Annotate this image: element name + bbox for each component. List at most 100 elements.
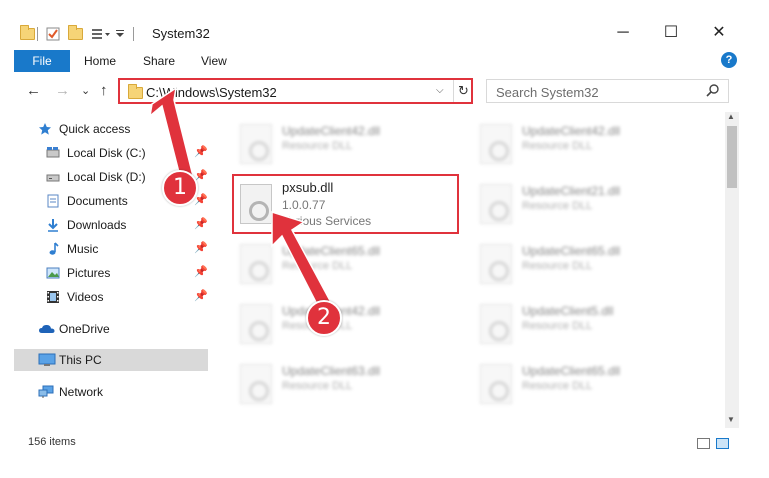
- nav-label: Quick access: [59, 122, 131, 136]
- pin-icon[interactable]: 📌: [194, 289, 208, 302]
- download-icon: [48, 219, 58, 232]
- address-row: ← → ⌄ ↑ C:\Windows\System32 ⌵ ↻ Search S…: [0, 74, 769, 110]
- file-name: pxsub.dll: [282, 180, 334, 195]
- close-button[interactable]: ✕: [696, 22, 742, 46]
- videos-icon: [47, 291, 59, 303]
- dll-file-icon: [240, 364, 272, 404]
- documents-icon: [47, 194, 59, 208]
- file-name: UpdateClient65.dll: [522, 364, 621, 378]
- file-name: UpdateClient5.dll: [522, 304, 614, 318]
- details-view-icon[interactable]: [697, 438, 710, 449]
- file-item[interactable]: UpdateClient42.dll Resource DLL: [230, 298, 454, 356]
- file-name: UpdateClient21.dll: [522, 184, 621, 198]
- nav-label: This PC: [59, 353, 102, 367]
- annotation-badge-1: 1: [162, 170, 198, 206]
- tab-home[interactable]: Home: [84, 50, 116, 72]
- quick-access-toolbar: [20, 24, 142, 44]
- dll-file-icon: [240, 124, 272, 164]
- network-icon: [38, 385, 54, 398]
- file-name: UpdateClient65.dll: [522, 244, 621, 258]
- back-button[interactable]: ←: [26, 82, 41, 99]
- computer-icon: [38, 353, 56, 366]
- search-placeholder: Search System32: [496, 85, 599, 100]
- pin-icon[interactable]: 📌: [194, 265, 208, 278]
- nav-item-pictures[interactable]: Pictures 📌: [14, 262, 208, 284]
- dll-file-icon: [480, 124, 512, 164]
- refresh-button[interactable]: ↻: [453, 80, 473, 102]
- file-name: UpdateClient42.dll: [522, 124, 621, 138]
- folder-icon[interactable]: [20, 25, 35, 40]
- address-bar[interactable]: C:\Windows\System32 ⌵ ↻: [118, 78, 473, 104]
- dll-file-icon: [480, 244, 512, 284]
- pictures-icon: [46, 267, 60, 279]
- scroll-down-arrow-icon[interactable]: ▼: [727, 415, 735, 424]
- minimize-button[interactable]: ─: [600, 22, 646, 46]
- divider: [37, 27, 38, 41]
- properties-icon[interactable]: [46, 27, 60, 41]
- tab-file[interactable]: File: [14, 50, 70, 72]
- nav-label: Network: [59, 385, 104, 399]
- tab-share[interactable]: Share: [143, 50, 175, 72]
- status-bar: 156 items: [0, 430, 769, 454]
- file-version: 1.0.0.77: [282, 198, 326, 212]
- title-bar: System32 ─ ☐ ✕: [0, 0, 769, 46]
- pin-icon[interactable]: 📌: [194, 217, 208, 230]
- file-description: Resource DLL: [522, 380, 593, 392]
- file-description: Resource DLL: [282, 260, 353, 272]
- file-item[interactable]: UpdateClient5.dll Resource DLL: [470, 298, 694, 356]
- nav-label: Local Disk (D:): [67, 170, 146, 184]
- file-item[interactable]: UpdateClient21.dll Resource DLL: [470, 178, 694, 236]
- large-icons-view-icon[interactable]: [716, 438, 729, 449]
- maximize-button[interactable]: ☐: [648, 22, 694, 46]
- pin-icon[interactable]: 📌: [194, 145, 208, 158]
- nav-item-network[interactable]: Network: [14, 381, 208, 403]
- scroll-up-arrow-icon[interactable]: ▲: [727, 112, 735, 121]
- nav-item-music[interactable]: Music 📌: [14, 238, 208, 260]
- divider: [133, 27, 134, 41]
- drive-icon: [46, 147, 60, 158]
- nav-item-onedrive[interactable]: OneDrive: [14, 318, 208, 340]
- file-item-pxsub-dll[interactable]: pxsub.dll 1.0.0.77 Various Services: [232, 174, 459, 234]
- file-item[interactable]: UpdateClient63.dll Resource DLL: [230, 358, 454, 416]
- nav-label: Documents: [67, 194, 128, 208]
- search-input[interactable]: Search System32: [486, 79, 729, 103]
- file-item[interactable]: UpdateClient42.dll Resource DLL: [230, 118, 454, 176]
- vertical-scrollbar[interactable]: ▲ ▼: [725, 112, 739, 428]
- file-description: Resource DLL: [522, 260, 593, 272]
- file-item[interactable]: UpdateClient65.dll Resource DLL: [230, 238, 454, 296]
- nav-label: OneDrive: [59, 322, 110, 336]
- cloud-icon: [39, 324, 55, 333]
- nav-item-local-disk-c[interactable]: Local Disk (C:) 📌: [14, 142, 208, 164]
- recent-locations-button[interactable]: ⌄: [81, 84, 90, 97]
- dll-file-icon: [240, 304, 272, 344]
- dll-file-icon: [480, 304, 512, 344]
- dll-file-icon: [240, 184, 272, 224]
- customize-toolbar-icon[interactable]: [91, 27, 111, 41]
- file-item[interactable]: UpdateClient65.dll Resource DLL: [470, 238, 694, 296]
- search-icon[interactable]: [706, 83, 720, 97]
- star-icon: [39, 123, 51, 135]
- new-folder-icon[interactable]: [68, 25, 83, 40]
- help-icon[interactable]: ?: [721, 52, 737, 68]
- dll-file-icon: [240, 244, 272, 284]
- nav-item-quick-access[interactable]: Quick access: [14, 118, 208, 140]
- dropdown-arrow-icon[interactable]: [113, 27, 127, 41]
- nav-item-this-pc[interactable]: This PC: [14, 349, 208, 371]
- tab-view[interactable]: View: [201, 50, 227, 72]
- nav-label: Pictures: [67, 266, 111, 280]
- address-path[interactable]: C:\Windows\System32: [146, 85, 277, 100]
- file-item[interactable]: UpdateClient42.dll Resource DLL: [470, 118, 694, 176]
- pin-icon[interactable]: 📌: [194, 241, 208, 254]
- drive-icon: [46, 174, 60, 182]
- scroll-thumb[interactable]: [727, 126, 737, 188]
- nav-label: Downloads: [67, 218, 127, 232]
- address-dropdown-button[interactable]: ⌵: [436, 85, 444, 96]
- nav-item-videos[interactable]: Videos 📌: [14, 286, 208, 308]
- nav-item-downloads[interactable]: Downloads 📌: [14, 214, 208, 236]
- file-company: Various Services: [282, 214, 372, 228]
- file-description: Resource DLL: [522, 200, 593, 212]
- up-button[interactable]: ↑: [100, 82, 108, 99]
- forward-button[interactable]: →: [55, 82, 70, 99]
- file-item[interactable]: UpdateClient65.dll Resource DLL: [470, 358, 694, 416]
- file-description: Resource DLL: [282, 380, 353, 392]
